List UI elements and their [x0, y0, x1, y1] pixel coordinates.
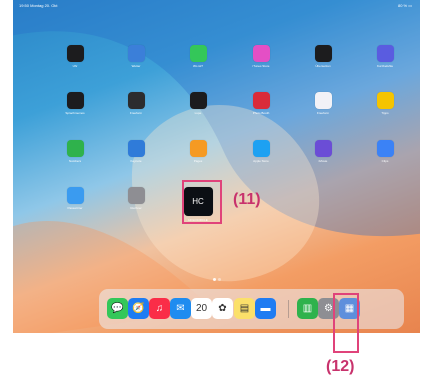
highlight-settings	[333, 293, 359, 353]
pages-icon	[189, 140, 207, 157]
weather-icon	[127, 45, 145, 62]
app-label: Freeform	[316, 111, 330, 115]
calculator-icon	[127, 187, 145, 204]
app-label: Apple Store	[253, 159, 269, 163]
app-clock[interactable]: Uhr	[55, 45, 95, 68]
app-clips[interactable]: Clips	[365, 140, 405, 163]
app-label: Wo ist?	[193, 64, 203, 68]
app-photo-booth[interactable]: Photo Booth	[241, 92, 281, 115]
app-label: Numbers	[68, 159, 82, 163]
app-numbers[interactable]: Numbers	[55, 140, 95, 163]
dock-separator	[288, 300, 289, 318]
translate-icon	[314, 45, 332, 62]
clock-icon	[66, 45, 84, 62]
page-dot-2[interactable]	[217, 278, 221, 281]
tips-icon	[376, 92, 394, 109]
app-calculator[interactable]: Rechner	[116, 187, 156, 210]
keynote-icon	[127, 140, 145, 157]
highlight-holocircle	[182, 180, 222, 224]
mail-icon[interactable]: ✉	[170, 298, 191, 319]
app-shortcuts[interactable]: Kurzbefehle	[365, 45, 405, 68]
voice-memos-icon	[66, 92, 84, 109]
app-label: Übersetzen	[315, 64, 331, 68]
app-passwords[interactable]: Passwörter	[55, 187, 95, 210]
app-label: Photo Booth	[252, 111, 270, 115]
apple-store-icon	[252, 140, 270, 157]
page-indicator[interactable]	[13, 268, 420, 286]
app-itunes-store[interactable]: iTunes Store	[241, 45, 281, 68]
app-label: Keynote	[130, 159, 142, 163]
calendar-icon[interactable]: 20	[191, 298, 212, 319]
find-my-icon	[189, 45, 207, 62]
battery-indicator: 80 % ▭	[397, 3, 412, 8]
app-label: Lupe	[194, 111, 202, 115]
music-icon[interactable]: ♫	[149, 298, 170, 319]
app-label: iTunes Store	[252, 64, 270, 68]
shortcuts-icon	[376, 45, 394, 62]
imovie-icon	[314, 140, 332, 157]
app-label: iMovie	[318, 159, 328, 163]
stocks-icon	[127, 92, 145, 109]
magnifier-icon	[189, 92, 207, 109]
numbers-icon	[66, 140, 84, 157]
app-label: Uhr	[72, 64, 78, 68]
status-bar: 19:50 Montag 20. Okt 80 % ▭	[13, 0, 420, 10]
app-label: Tipps	[381, 111, 389, 115]
notes-icon[interactable]: ▤	[234, 298, 255, 319]
status-time: 19:50 Montag 20. Okt	[19, 3, 58, 8]
messages-icon[interactable]: 💬	[107, 298, 128, 319]
safari-icon[interactable]: 🧭	[128, 298, 149, 319]
app-label: Sprachmemos	[65, 111, 85, 115]
photo-booth-icon	[252, 92, 270, 109]
app-label: Pages	[193, 159, 203, 163]
app-voice-memos[interactable]: Sprachmemos	[55, 92, 95, 115]
numbers-dock-icon[interactable]: ▥	[297, 298, 318, 319]
app-label: Freeform	[129, 111, 143, 115]
annotation-12: (12)	[326, 358, 355, 375]
itunes-store-icon	[252, 45, 270, 62]
ipad-screen: 19:50 Montag 20. Okt 80 % ▭ Uhr Wetter Wo …	[13, 0, 420, 333]
app-translate[interactable]: Übersetzen	[303, 45, 343, 68]
app-imovie[interactable]: iMovie	[303, 140, 343, 163]
app-label: Clips	[381, 159, 389, 163]
app-find-my[interactable]: Wo ist?	[178, 45, 218, 68]
app-stocks[interactable]: Freeform	[116, 92, 156, 115]
app-tips[interactable]: Tipps	[365, 92, 405, 115]
app-label: Wetter	[131, 64, 141, 68]
photos-icon[interactable]: ✿	[212, 298, 233, 319]
files-icon[interactable]: ▬	[255, 298, 276, 319]
app-weather[interactable]: Wetter	[116, 45, 156, 68]
freeform-icon	[314, 92, 332, 109]
app-pages[interactable]: Pages	[178, 140, 218, 163]
app-keynote[interactable]: Keynote	[116, 140, 156, 163]
app-label: Kurzbefehle	[376, 64, 393, 68]
page-dot-1[interactable]	[212, 278, 216, 281]
annotation-11: (11)	[233, 191, 261, 208]
app-freeform[interactable]: Freeform	[303, 92, 343, 115]
app-apple-store[interactable]: Apple Store	[241, 140, 281, 163]
app-magnifier[interactable]: Lupe	[178, 92, 218, 115]
app-label: Rechner	[130, 206, 142, 210]
clips-icon	[376, 140, 394, 157]
passwords-icon	[66, 187, 84, 204]
app-label: Passwörter	[67, 206, 83, 210]
